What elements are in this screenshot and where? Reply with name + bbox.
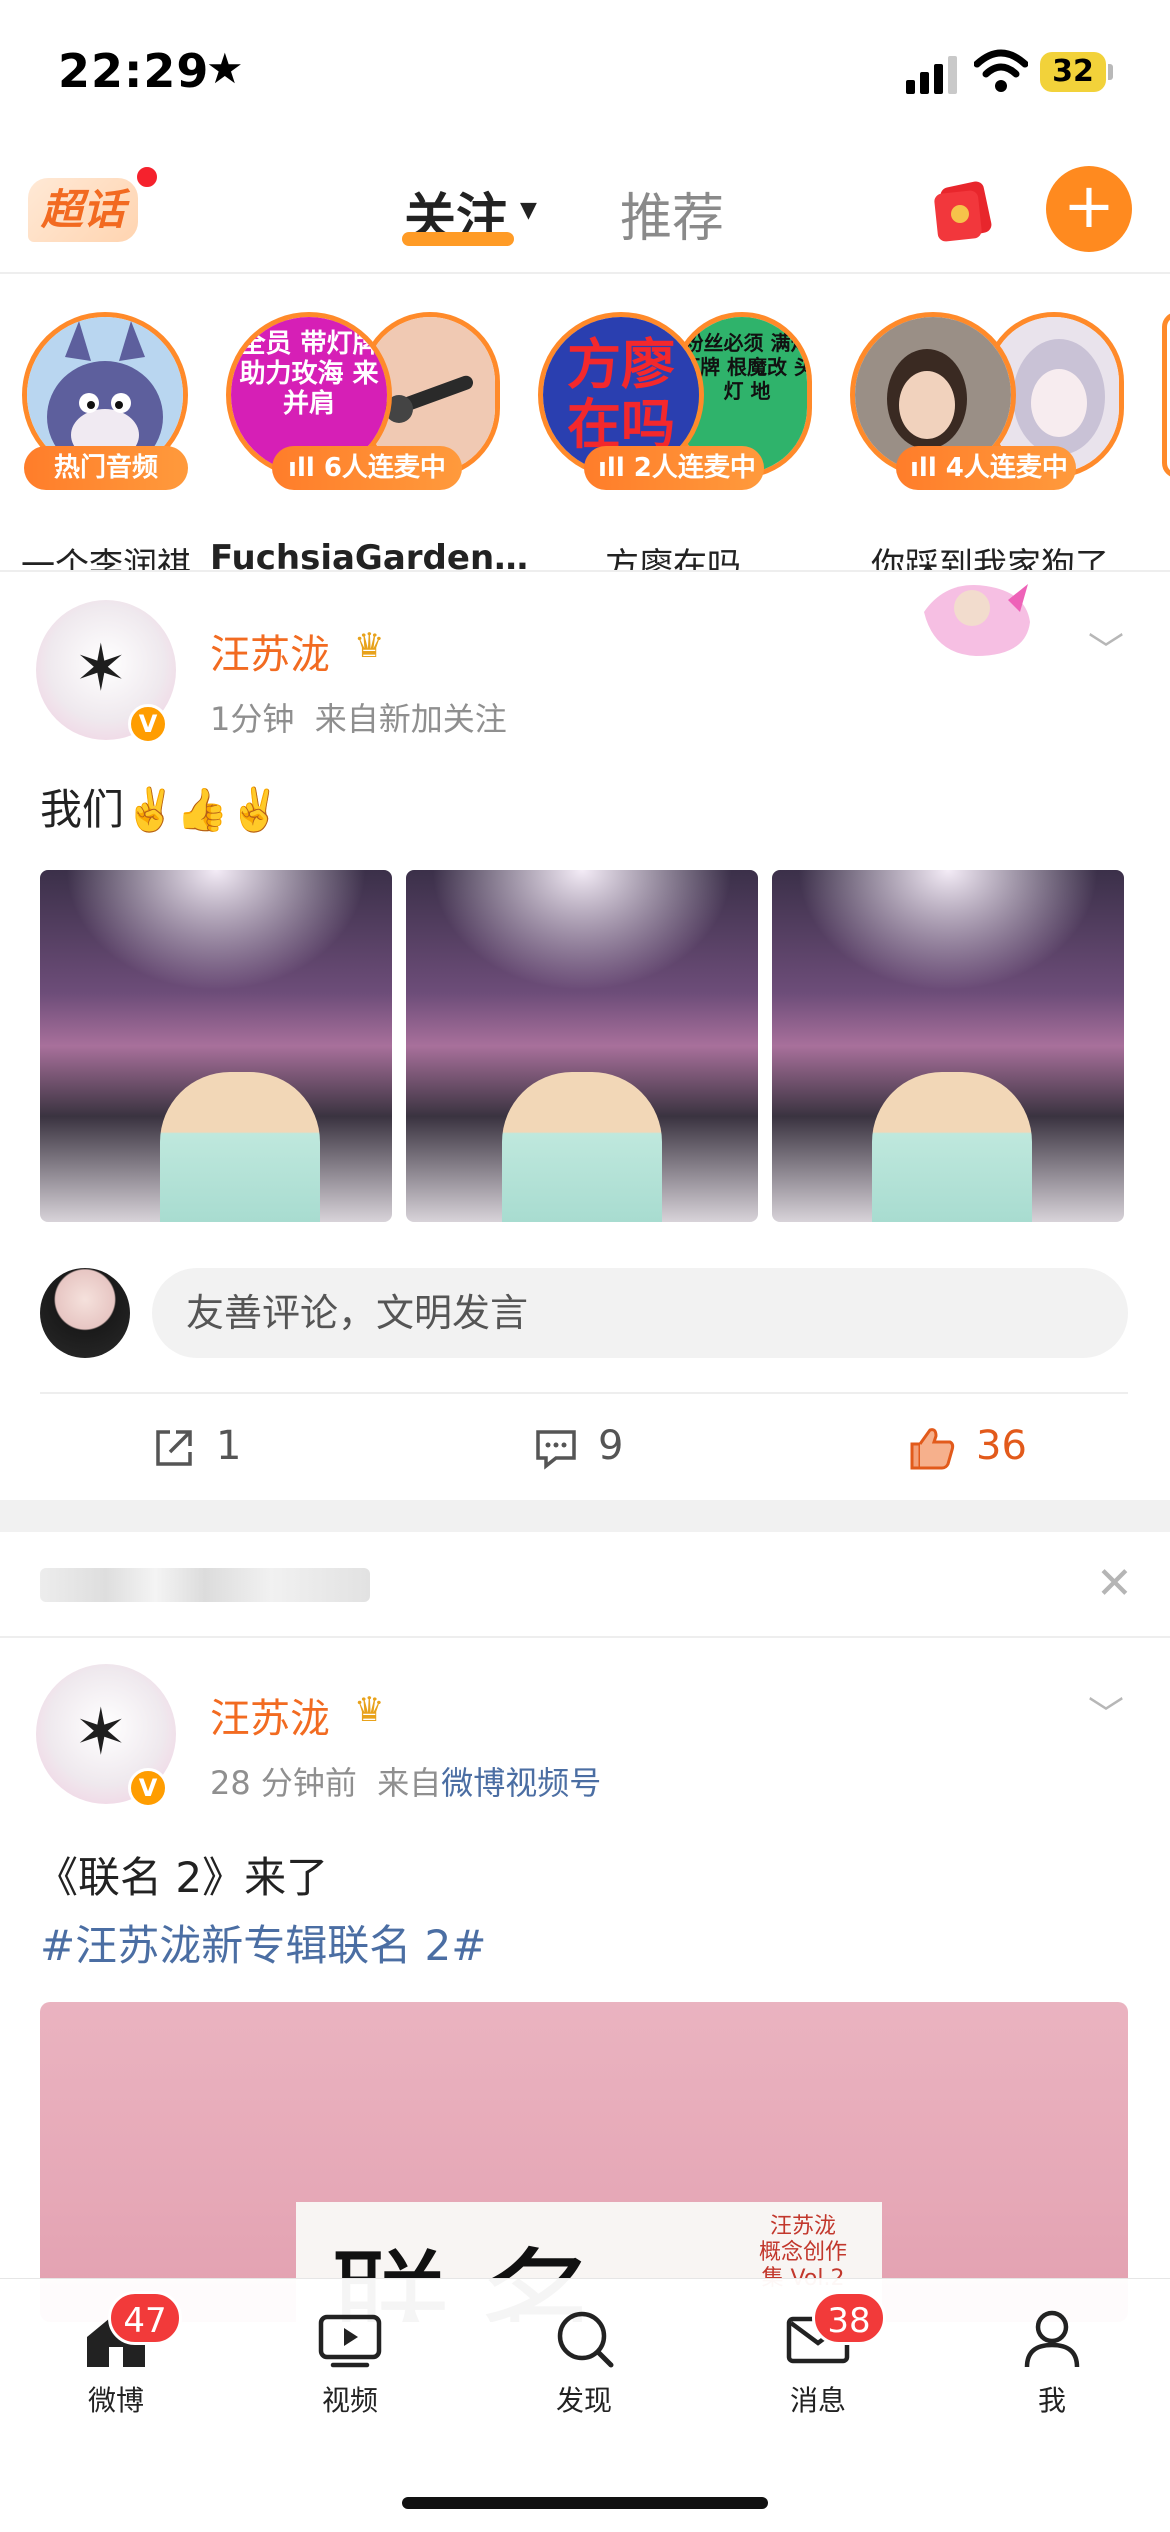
comment-input[interactable]: 友善评论，文明发言 [152,1268,1128,1358]
like-button[interactable]: 36 [908,1416,1027,1476]
decorative-sticker-icon [924,584,1030,656]
live-bars-icon: ıll [598,453,634,483]
tab-messages[interactable]: 消息 38 [748,2291,888,2419]
hashtag-link[interactable]: #汪苏泷新专辑联名 2# [40,1912,486,1973]
divider [40,1392,1128,1394]
post-source-prefix: 来自 [377,1764,442,1802]
notice-row: ✕ [0,1532,1170,1638]
live-bars-icon: ıll [288,453,324,483]
stage-lights [406,870,758,1011]
story-name: FuchsiaGarden… [210,538,529,572]
author-name[interactable]: 汪苏泷 [210,1686,330,1744]
person-figure [160,1072,320,1222]
post-text: 《联名 2》来了 [36,1853,329,1902]
verified-v-icon: V [128,1768,168,1808]
thumbs-up-icon [910,1428,955,1470]
story-name: 你踩到我家狗了 [871,546,1109,572]
chaohua-button[interactable]: 超话 [28,178,138,242]
blurred-notice [40,1568,370,1602]
cellular-signal-icon [906,54,958,94]
tab-label: 消息 [789,2384,846,2417]
unread-badge: 47 [108,2291,182,2345]
wifi-icon [974,49,1028,92]
caret-down-icon[interactable]: ▼ [520,198,537,223]
chevron-down-icon[interactable]: ﹀ [1088,622,1124,674]
person-figure [502,1072,662,1222]
story-badge-label: 6人连麦中 [323,453,446,483]
story-badge-label: 4人连麦中 [945,453,1068,483]
tab-profile[interactable]: 我 [982,2307,1122,2419]
post-time: 28 分钟前 [210,1764,357,1802]
battery-tip [1108,64,1113,80]
post-time: 1分钟 [210,700,295,738]
post-source: 来自新加关注 [314,700,507,738]
current-user-avatar [40,1268,130,1358]
story-badge: ıll 6人连麦中 [272,446,462,490]
tab-recommend[interactable]: 推荐 [620,176,724,251]
share-icon [156,1430,192,1466]
video-channel-link[interactable]: 微博视频号 [441,1764,601,1802]
comment-count: 9 [598,1423,624,1469]
repost-count: 1 [216,1423,242,1469]
tab-discover[interactable]: 发现 [514,2307,654,2419]
crown-icon: ♛ [354,1690,385,1730]
post-text: 我们✌️👍✌️ [40,785,281,834]
home-indicator [402,2497,768,2509]
status-time: 22:29 [58,44,210,98]
story-badge-label: 2人连麦中 [633,453,756,483]
tab-label: 视频 [321,2384,378,2417]
like-count: 36 [976,1423,1027,1469]
post-image[interactable] [406,870,758,1222]
active-tab-indicator [402,232,514,246]
story-badge: 热门音频 [24,446,188,490]
story-avatar-partial[interactable] [1162,312,1170,478]
unread-badge: 38 [812,2291,886,2345]
post-meta: 28 分钟前 来自微博视频号 [210,1758,601,1804]
tab-video[interactable]: 视频 [280,2307,420,2419]
video-icon [318,2314,382,2368]
verified-v-icon: V [128,704,168,744]
author-name[interactable]: 汪苏泷 [210,622,330,680]
tab-label: 微博 [87,2384,144,2417]
close-icon[interactable]: ✕ [1096,1558,1133,1609]
story-name: 一个李润祺 [21,546,191,572]
tab-label: 发现 [555,2384,612,2417]
compose-plus-button[interactable]: + [1046,166,1132,252]
live-bars-icon: ıll [910,453,946,483]
bottom-tab-bar: 微博 47 视频 发现 消息 38 我 [0,2278,1170,2532]
comment-button[interactable]: 9 [534,1416,623,1476]
tab-label: 我 [1037,2384,1066,2417]
section-gap [0,1500,1170,1532]
tab-weibo[interactable]: 微博 47 [46,2291,186,2419]
star-icon: ★ [206,44,244,93]
post-image[interactable]: 联名 汪苏泷 概念创作集 Vol.2 [40,2002,1128,2322]
repost-button[interactable]: 1 [152,1416,241,1476]
status-bar: 22:29 ★ 32 [0,0,1170,140]
star-emblem-icon: ✶ [74,1696,128,1770]
notification-dot [134,164,160,190]
stage-lights [772,870,1124,1011]
star-emblem-icon: ✶ [74,632,128,706]
stage-lights [40,870,392,1011]
live-stories-row: 热门音频 一个李润祺 全员 带灯牌 助力玫海 来并肩 ıll 6人连麦中 Fuc… [0,276,1170,572]
chevron-down-icon[interactable]: ﹀ [1088,1686,1124,1738]
story-badge: ıll 2人连麦中 [584,446,764,490]
battery-indicator: 32 [1040,52,1106,92]
comment-icon [536,1430,576,1470]
post-meta: 1分钟 来自新加关注 [210,694,507,740]
search-icon [557,2311,614,2368]
red-packet-icon[interactable] [930,174,994,244]
post-image[interactable] [772,870,1124,1222]
user-icon [1024,2310,1080,2368]
story-name: 方廖在吗 [605,546,741,572]
crown-icon: ♛ [354,626,385,666]
story-badge: ıll 4人连麦中 [896,446,1076,490]
top-navigation: 超话 关注 ▼ 推荐 + [0,140,1170,274]
post-image[interactable] [40,870,392,1222]
person-figure [872,1072,1032,1222]
